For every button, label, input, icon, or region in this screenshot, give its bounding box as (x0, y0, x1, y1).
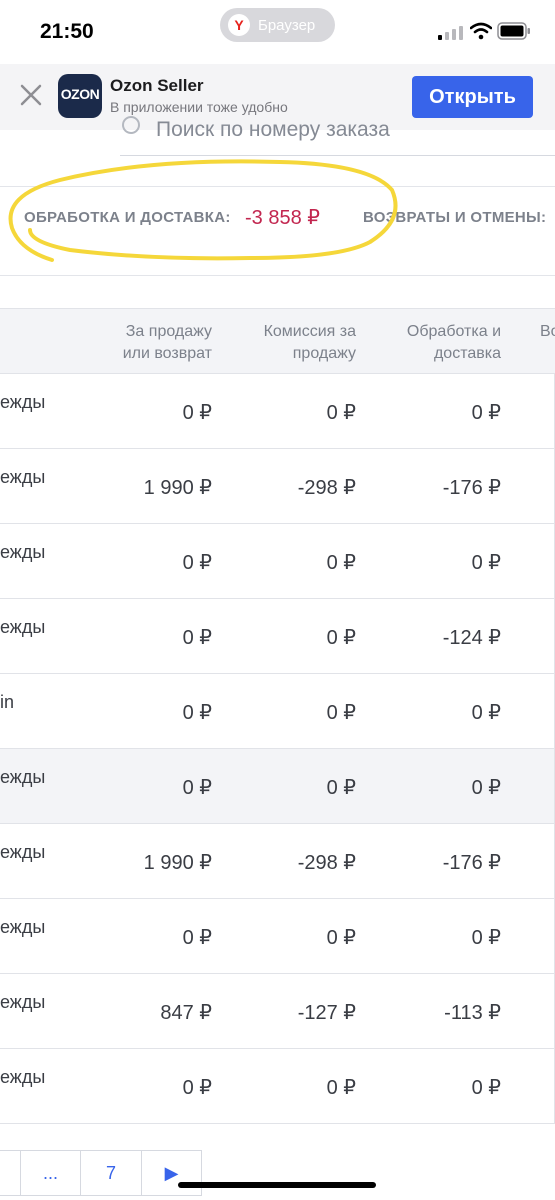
sale-cell: 0 ₽ (182, 927, 212, 949)
table-row[interactable]: in 0 ₽ 0 ₽ 0 ₽ (0, 674, 555, 749)
processing-cell: 0 ₽ (471, 702, 501, 724)
sale-cell: 1 990 ₽ (143, 477, 212, 499)
table-row[interactable]: ежды 1 990 ₽ -298 ₽ -176 ₽ (0, 449, 555, 524)
table-row[interactable]: ежды 1 990 ₽ -298 ₽ -176 ₽ (0, 824, 555, 899)
wifi-icon (470, 22, 492, 40)
sale-cell: 0 ₽ (182, 777, 212, 799)
table-row[interactable]: ежды 0 ₽ 0 ₽ 0 ₽ (0, 1049, 555, 1124)
col-returns-header[interactable]: Во (540, 321, 555, 343)
processing-cell: 0 ₽ (471, 777, 501, 799)
processing-cell: 0 ₽ (471, 1077, 501, 1099)
processing-cell: 0 ₽ (471, 927, 501, 949)
close-icon[interactable] (20, 84, 42, 106)
commission-cell: 0 ₽ (326, 402, 356, 424)
cellular-signal-icon (438, 26, 463, 40)
home-indicator[interactable] (178, 1182, 376, 1188)
search-icon (122, 116, 140, 134)
transactions-table: За продажу или возврат Комиссия за прода… (0, 308, 555, 1124)
processing-cell: -176 ₽ (442, 477, 501, 499)
table-row[interactable]: ежды 0 ₽ 0 ₽ -124 ₽ (0, 599, 555, 674)
commission-cell: 0 ₽ (326, 777, 356, 799)
row-name: ежды (0, 542, 46, 562)
pagination: ... 7 ▶ (0, 1150, 202, 1196)
processing-cell: -113 ₽ (444, 1002, 501, 1024)
returns-total-label: ВОЗВРАТЫ И ОТМЕНЫ: (363, 209, 547, 226)
sale-cell: 0 ₽ (182, 702, 212, 724)
next-page-icon[interactable]: ▶ (142, 1150, 202, 1196)
open-app-button[interactable]: Открыть (412, 76, 533, 118)
page-button-7[interactable]: 7 (81, 1150, 142, 1196)
table-row[interactable]: ежды 0 ₽ 0 ₽ 0 ₽ (0, 374, 555, 449)
processing-cell: -124 ₽ (442, 627, 501, 649)
processing-total-label: ОБРАБОТКА И ДОСТАВКА: (24, 209, 231, 226)
row-name: in (0, 692, 15, 712)
row-name: ежды (0, 1067, 46, 1087)
row-name: ежды (0, 617, 46, 637)
app-subtitle: В приложении тоже удобно (110, 99, 288, 115)
processing-cell: 0 ₽ (471, 402, 501, 424)
commission-cell: 0 ₽ (326, 627, 356, 649)
page-button-prev-partial[interactable] (0, 1150, 21, 1196)
sale-cell: 0 ₽ (182, 402, 212, 424)
commission-cell: -298 ₽ (297, 852, 356, 874)
summary-bar: ОБРАБОТКА И ДОСТАВКА: -3 858 ₽ ВОЗВРАТЫ … (0, 186, 555, 276)
table-row[interactable]: ежды 0 ₽ 0 ₽ 0 ₽ (0, 749, 555, 824)
table-header: За продажу или возврат Комиссия за прода… (0, 308, 555, 374)
status-bar: 21:50 Y Браузер (0, 0, 555, 64)
row-name: ежды (0, 767, 46, 787)
battery-icon (497, 22, 530, 40)
table-row[interactable]: ежды 0 ₽ 0 ₽ 0 ₽ (0, 899, 555, 974)
row-name: ежды (0, 992, 46, 1012)
ozon-logo-text: OZON (60, 86, 100, 102)
commission-cell: -298 ₽ (297, 477, 356, 499)
sale-cell: 1 990 ₽ (143, 852, 212, 874)
row-name: ежды (0, 392, 46, 412)
col-processing-header[interactable]: Обработка и доставка (380, 321, 501, 365)
table-row[interactable]: ежды 847 ₽ -127 ₽ -113 ₽ (0, 974, 555, 1049)
sale-cell: 0 ₽ (182, 627, 212, 649)
processing-cell: -176 ₽ (442, 852, 501, 874)
row-name: ежды (0, 917, 46, 937)
col-sale-header[interactable]: За продажу или возврат (100, 321, 212, 365)
search-input[interactable]: Поиск по номеру заказа (156, 118, 390, 142)
commission-cell: 0 ₽ (326, 1077, 356, 1099)
sale-cell: 0 ₽ (182, 552, 212, 574)
yandex-browser-icon: Y (228, 14, 250, 36)
table-row[interactable]: ежды 0 ₽ 0 ₽ 0 ₽ (0, 524, 555, 599)
order-search[interactable]: Поиск по номеру заказа (120, 116, 555, 156)
page-ellipsis[interactable]: ... (21, 1150, 81, 1196)
sale-cell: 0 ₽ (182, 1077, 212, 1099)
commission-cell: 0 ₽ (326, 702, 356, 724)
clock: 21:50 (40, 20, 94, 43)
processing-total-value: -3 858 ₽ (245, 207, 320, 229)
ozon-logo: OZON (58, 74, 102, 118)
commission-cell: -127 ₽ (297, 1002, 356, 1024)
app-name: Ozon Seller (110, 76, 204, 95)
commission-cell: 0 ₽ (326, 927, 356, 949)
commission-cell: 0 ₽ (326, 552, 356, 574)
row-name: ежды (0, 842, 46, 862)
processing-cell: 0 ₽ (471, 552, 501, 574)
col-commission-header[interactable]: Комиссия за продажу (240, 321, 356, 365)
browser-label: Браузер (258, 16, 316, 34)
browser-pill[interactable]: Y Браузер (220, 8, 335, 42)
sale-cell: 847 ₽ (160, 1002, 212, 1024)
row-name: ежды (0, 467, 46, 487)
